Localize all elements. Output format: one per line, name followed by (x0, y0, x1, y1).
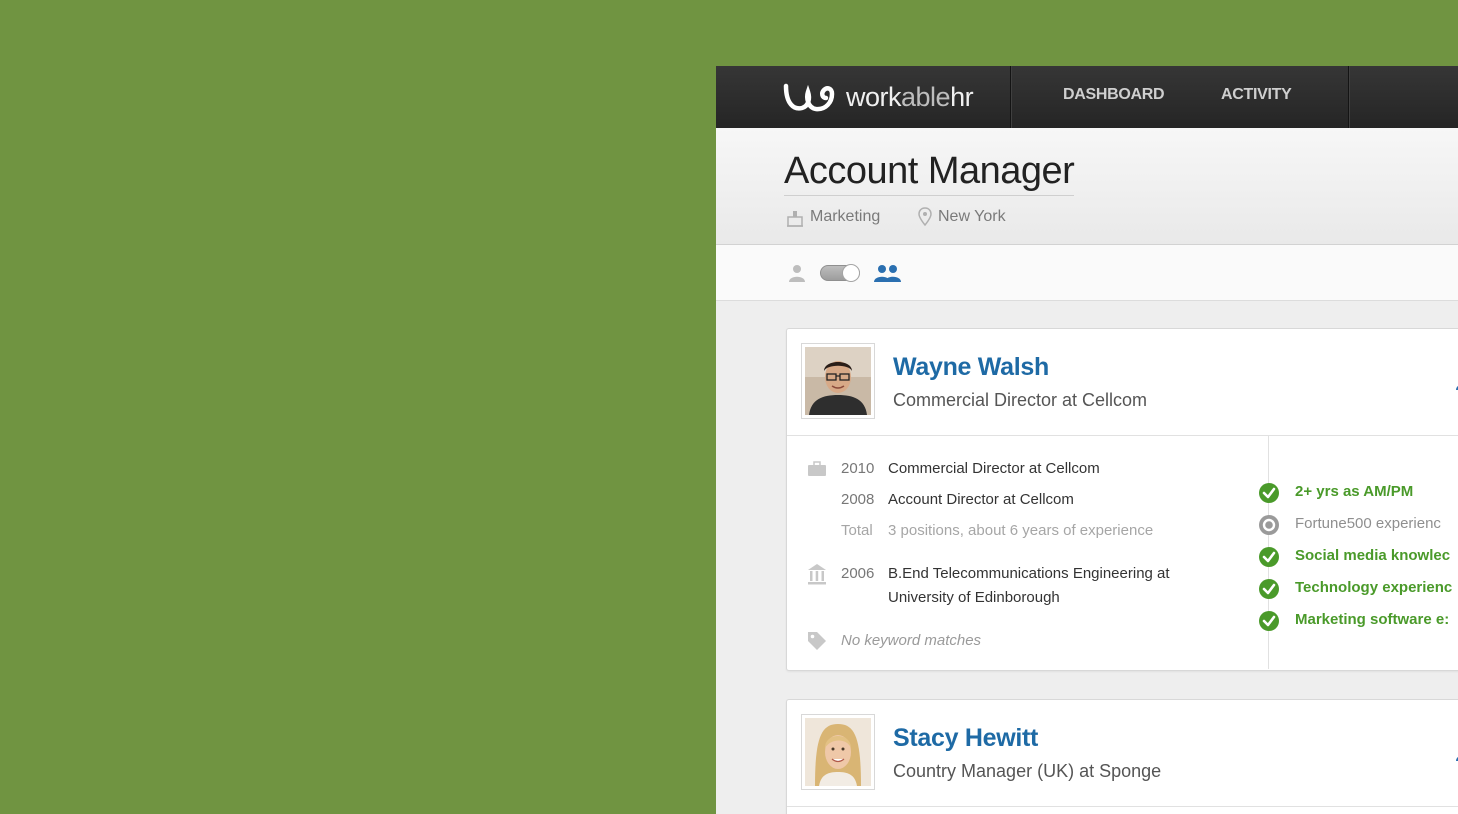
experience-year: 2008 (841, 491, 875, 508)
experience-entry: Account Director at Cellcom (888, 491, 1074, 508)
candidate-photo (805, 347, 871, 415)
experience-total: 3 positions, about 6 years of experience (888, 522, 1154, 539)
nav-activity[interactable]: ACTIVITY (1221, 86, 1292, 104)
experience-entry: Commercial Director at Cellcom (888, 460, 1100, 477)
avatar[interactable] (801, 714, 875, 790)
check-circle-icon (1259, 547, 1279, 567)
education-year: 2006 (841, 565, 875, 582)
job-location: New York (918, 207, 1006, 227)
requirement-item: Technology experienc (1295, 579, 1453, 596)
view-toggle-switch[interactable] (820, 264, 860, 282)
nav-dashboard[interactable]: DASHBOARD (1063, 86, 1165, 104)
app-window: workablehr DASHBOARD ACTIVITY Account Ma… (716, 66, 1458, 814)
education-line-1: B.End Telecommunications Engineering at (888, 565, 1170, 582)
requirement-item: Marketing software e: (1295, 611, 1450, 628)
job-title: Account Manager (784, 150, 1075, 196)
logo-wordmark: workablehr (846, 81, 974, 112)
requirement-item: Fortune500 experienc (1295, 515, 1441, 532)
candidate-name[interactable]: Wayne Walsh (893, 353, 1049, 382)
check-circle-icon (1259, 483, 1279, 503)
tag-icon (808, 632, 826, 650)
workablehr-logo[interactable]: workablehr (782, 76, 974, 118)
briefcase-icon (808, 461, 826, 476)
candidate-card-header: Stacy Hewitt Country Manager (UK) at Spo… (787, 700, 1458, 807)
candidate-card[interactable]: Stacy Hewitt Country Manager (UK) at Spo… (786, 699, 1458, 814)
group-users-icon[interactable] (872, 263, 904, 283)
single-user-icon[interactable] (788, 263, 806, 283)
location-pin-icon (918, 207, 932, 227)
keyword-matches: No keyword matches (841, 632, 982, 649)
unmet-circle-icon (1259, 515, 1279, 535)
candidate-headline: Commercial Director at Cellcom (893, 390, 1148, 410)
candidate-photo (805, 718, 871, 786)
view-toolbar (716, 245, 1458, 301)
candidate-card-header: Wayne Walsh Commercial Director at Cellc… (787, 329, 1458, 436)
top-navigation-bar: workablehr DASHBOARD ACTIVITY (716, 66, 1458, 128)
requirement-item: Social media knowlec (1295, 547, 1451, 564)
education-building-icon (808, 564, 826, 585)
workable-logo-icon (783, 83, 835, 112)
job-department: Marketing (786, 207, 880, 227)
avatar[interactable] (801, 343, 875, 419)
candidate-headline: Country Manager (UK) at Sponge (893, 761, 1162, 781)
experience-year: 2010 (841, 460, 875, 477)
check-circle-icon (1259, 579, 1279, 599)
nav-divider (1010, 66, 1012, 128)
education-line-2: University of Edinborough (888, 589, 1060, 606)
experience-total-label: Total (841, 522, 873, 539)
candidate-card[interactable]: Wayne Walsh Commercial Director at Cellc… (786, 328, 1458, 671)
candidate-name[interactable]: Stacy Hewitt (893, 724, 1038, 753)
requirement-item: 2+ yrs as AM/PM (1295, 483, 1414, 500)
nav-divider (1348, 66, 1350, 128)
toggle-knob (842, 264, 860, 282)
department-icon (787, 211, 803, 227)
check-circle-icon (1259, 611, 1279, 631)
job-header: Account Manager Marketing New York (716, 128, 1458, 245)
